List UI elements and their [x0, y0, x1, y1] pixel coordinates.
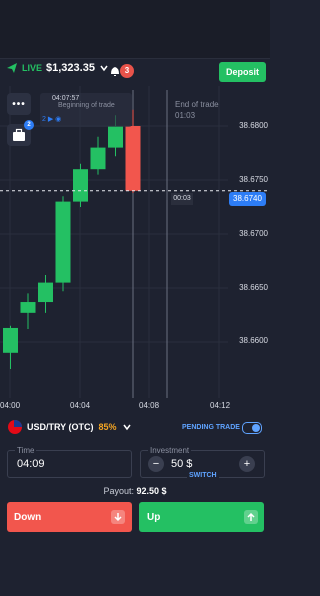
price-level: 38.6600	[239, 336, 268, 345]
live-label: LIVE	[22, 63, 43, 73]
trade-count-row: 2 ▶ ◉	[42, 116, 62, 123]
candle-up	[55, 201, 71, 283]
time-value: 04:09	[17, 458, 45, 470]
paper-plane-icon	[7, 63, 17, 73]
arrow-up-icon	[244, 510, 258, 524]
trade-open-time: 04:07:57	[52, 95, 80, 102]
time-label: 04:00	[0, 401, 21, 410]
usd-try-flag-icon	[8, 420, 22, 434]
candle-up	[73, 169, 88, 202]
candle-up	[108, 126, 123, 148]
asset-payout: 85%	[98, 422, 117, 432]
trade-start-label: Beginning of trade	[58, 102, 115, 109]
up-label: Up	[147, 512, 161, 523]
deposit-button[interactable]: Deposit	[219, 62, 266, 82]
dots-icon: •••	[12, 98, 26, 110]
menu-button[interactable]: •••	[7, 93, 31, 115]
pending-trade-label: PENDING TRADE	[182, 424, 240, 431]
asset-name: USD/TRY (OTC)	[27, 422, 94, 432]
decrease-investment-button[interactable]: −	[148, 456, 164, 472]
open-trades-badge: 2	[24, 120, 34, 130]
end-of-trade: End of trade 01:03	[175, 99, 219, 121]
switch-button[interactable]: SWITCH	[187, 472, 219, 479]
current-price-tag: 38.6740	[229, 192, 266, 206]
price-level: 38.6650	[239, 283, 268, 292]
end-of-trade-label: End of trade	[175, 100, 219, 109]
arrow-down-icon	[111, 510, 125, 524]
balance: $1,323.35	[46, 62, 95, 74]
candle-up	[38, 282, 53, 303]
time-label: 04:12	[210, 401, 231, 410]
account-selector[interactable]: LIVE $1,323.35	[6, 62, 109, 74]
price-chart[interactable]	[0, 86, 270, 413]
trade-timer: 00:03	[171, 193, 193, 205]
payout-row: Payout: 92.50 $	[0, 486, 270, 496]
asset-selector[interactable]: USD/TRY (OTC) 85%	[8, 420, 132, 434]
increase-investment-button[interactable]: +	[239, 456, 255, 472]
payout-label: Payout:	[103, 486, 134, 496]
top-bar	[0, 0, 270, 59]
chevron-down-icon	[122, 424, 131, 431]
investment-value: 50 $	[171, 458, 193, 470]
investment-field-label: Investment	[148, 446, 192, 455]
candle-up	[90, 147, 106, 170]
time-label: 04:08	[139, 401, 160, 410]
time-label: 04:04	[70, 401, 91, 410]
down-label: Down	[14, 512, 42, 523]
trade-count: 2	[42, 116, 46, 123]
price-level: 38.6700	[239, 229, 268, 238]
candle-down	[125, 126, 141, 191]
price-level: 38.6800	[239, 121, 268, 130]
notification-badge: 3	[120, 64, 134, 78]
toggle-knob	[252, 424, 260, 432]
price-level: 38.6750	[239, 175, 268, 184]
end-of-trade-time: 01:03	[175, 111, 196, 120]
payout-value: 92.50 $	[136, 486, 167, 496]
candle-up	[20, 302, 36, 313]
candle-up	[3, 327, 18, 353]
time-field-label: Time	[15, 446, 37, 455]
